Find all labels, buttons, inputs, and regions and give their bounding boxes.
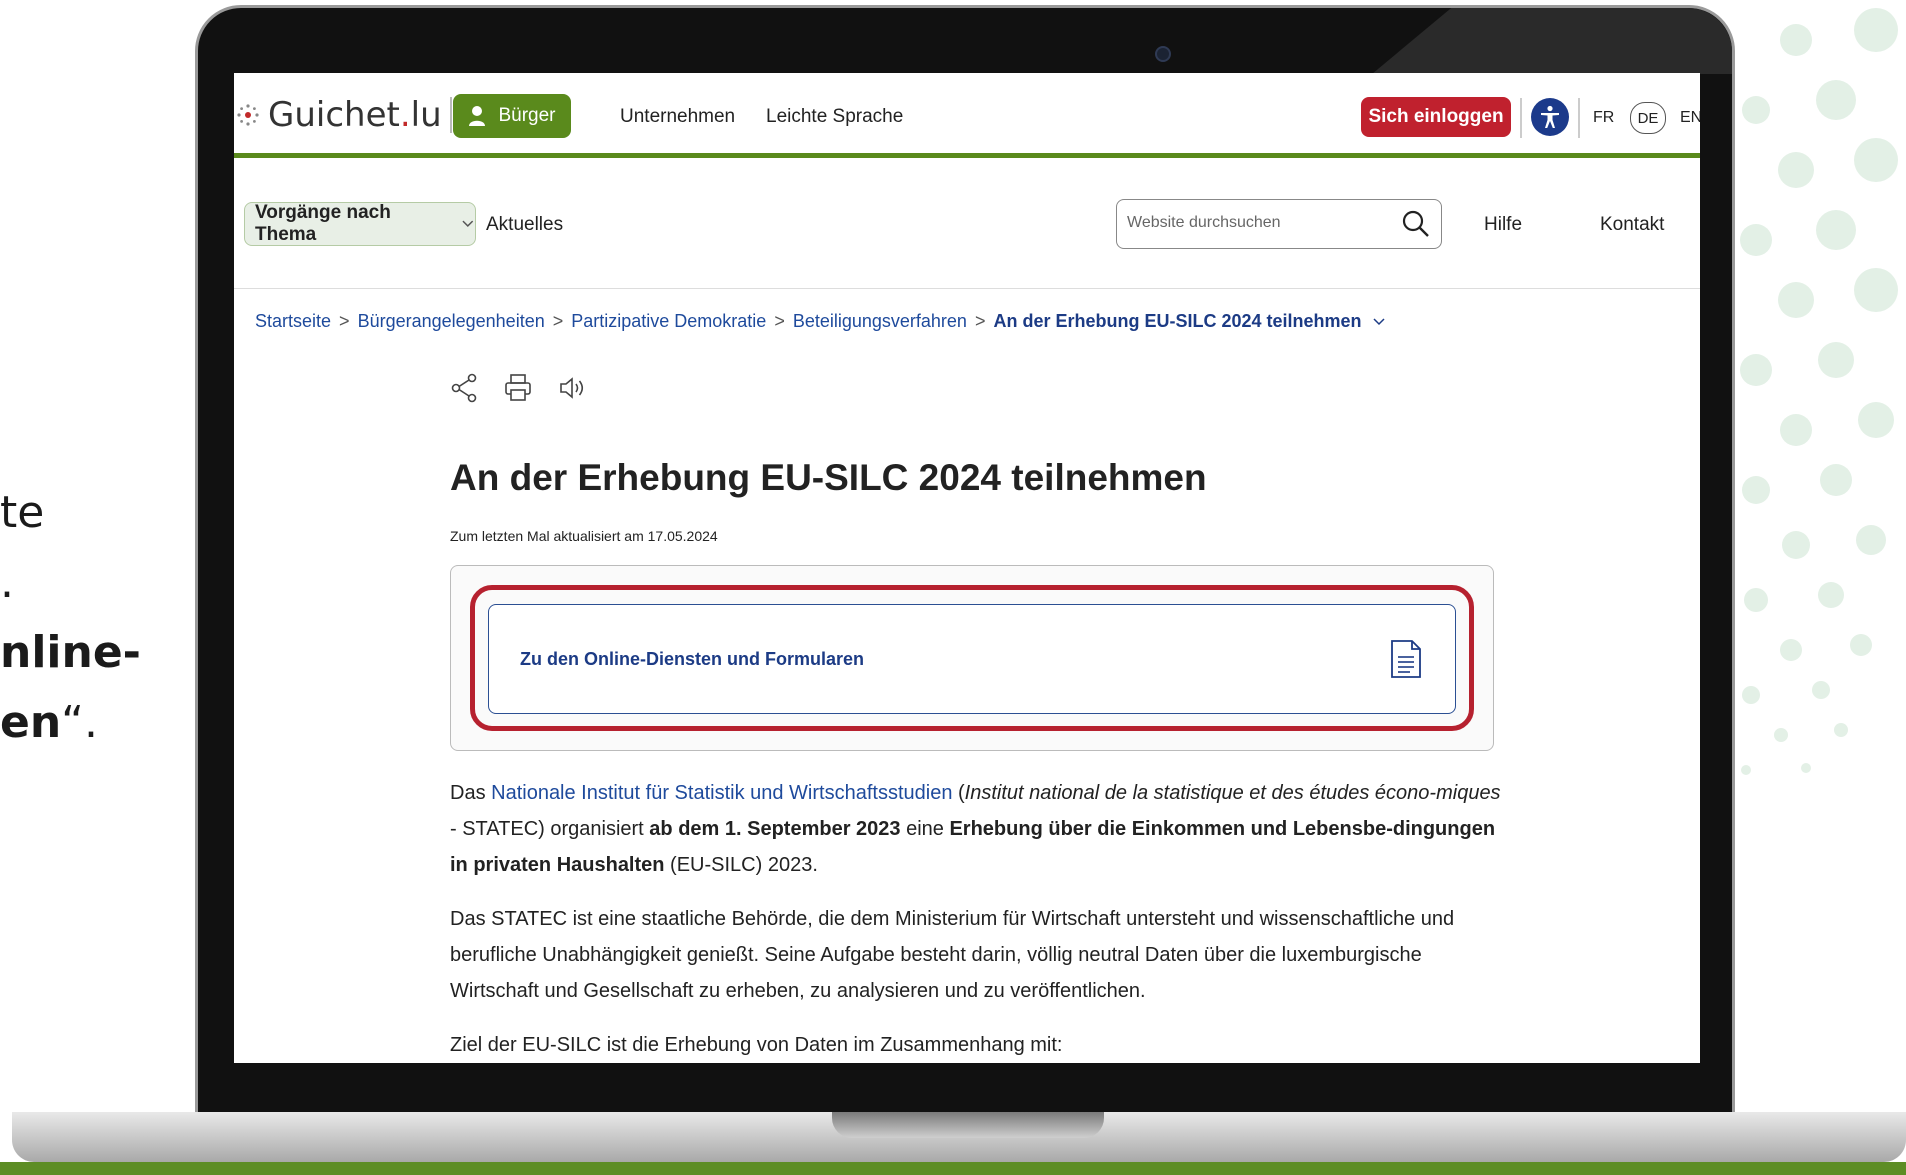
bottom-green-bar [0,1162,1906,1175]
lang-fr[interactable]: FR [1593,109,1614,127]
p1-italic: Institut national de la statistique et d… [964,782,1501,804]
buerger-button[interactable]: Bürger [453,94,571,138]
online-services-link[interactable]: Zu den Online-Diensten und Formularen [488,604,1456,714]
logo-text-suffix: lu [410,95,442,135]
p1-prefix: Das [450,782,492,804]
search-input[interactable] [1127,214,1387,232]
logo-text-main: Guichet [268,95,400,135]
print-icon [505,374,531,401]
p1-bold-date: ab dem 1. September 2023 [649,818,901,840]
nav-unternehmen[interactable]: Unternehmen [620,106,735,128]
nav-leichte-sprache[interactable]: Leichte Sprache [766,106,903,128]
side-text-line4-rest: “. [61,697,98,748]
share-button[interactable] [450,373,478,403]
breadcrumb-current: An der Erhebung EU-SILC 2024 teilnehmen [993,311,1362,331]
breadcrumb-separator: > [974,311,986,331]
side-text-line1: te [0,487,45,538]
divider [1520,98,1522,138]
last-updated-text: Zum letzten Mal aktualisiert am 17.05.20… [450,528,718,544]
side-text-line4-bold: en [0,697,62,748]
chevron-down-icon[interactable] [1372,317,1386,327]
browser-screen: Guichet.lu Bürger Unternehmen Leichte Sp… [234,73,1700,1063]
topics-dropdown-label: Vorgänge nach Thema [255,202,391,245]
laptop-notch [832,1112,1104,1138]
nav-hilfe[interactable]: Hilfe [1484,214,1522,236]
guichet-logo[interactable]: Guichet.lu [236,95,452,135]
speaker-icon [560,377,584,399]
document-icon [1391,640,1421,678]
p1-suffix: (EU-SILC) 2023. [664,854,818,876]
print-button[interactable] [504,373,532,403]
side-text-line2: . [0,557,14,608]
lang-en[interactable]: EN [1680,109,1700,127]
page-title: An der Erhebung EU-SILC 2024 teilnehmen [450,457,1207,498]
statec-link[interactable]: Nationale Institut für Statistik und Wir… [491,782,952,804]
side-text-line3: nline- [0,627,141,678]
page-tools [450,373,614,403]
nav-aktuelles[interactable]: Aktuelles [486,214,563,236]
search-box[interactable] [1116,199,1442,249]
side-text-line4: en“. [0,688,141,758]
breadcrumb-item-partizipative-demokratie[interactable]: Partizipative Demokratie [571,311,766,332]
breadcrumb-item-beteiligungsverfahren[interactable]: Beteiligungsverfahren [793,311,967,332]
share-icon [451,373,477,403]
logo-dot: . [399,95,411,135]
logo-text: Guichet.lu [268,95,442,135]
paragraph-1: Das Nationale Institut für Statistik und… [450,775,1510,883]
p1-mid2: eine [900,818,950,840]
accessibility-icon [1541,105,1559,128]
p1-mid: - STATEC) organisiert [450,818,650,840]
breadcrumb-separator: > [339,311,350,331]
login-button[interactable]: Sich einloggen [1361,97,1511,137]
breadcrumb: Startseite > Bürgerangelegenheiten > Par… [255,311,1386,332]
topics-dropdown[interactable]: Vorgänge nach Thema [244,202,476,246]
breadcrumb-item-buergerangelegenheiten[interactable]: Bürgerangelegenheiten [358,311,545,332]
breadcrumb-separator: > [552,311,564,331]
top-navigation-bar: Guichet.lu Bürger Unternehmen Leichte Sp… [234,73,1700,158]
search-icon[interactable] [1401,209,1431,239]
paragraph-2: Das STATEC ist eine staatliche Behörde, … [450,908,1455,1002]
user-icon [469,106,486,126]
breadcrumb-item-startseite[interactable]: Startseite [255,311,331,332]
screen-glare [1372,8,1732,74]
p1-paren: ( [952,782,965,804]
read-aloud-button[interactable] [558,373,588,403]
logo-separator [449,97,452,133]
divider [1578,98,1580,138]
chevron-down-icon [462,220,474,227]
article-body: Das Nationale Institut für Statistik und… [450,775,1510,1063]
lang-de[interactable]: DE [1630,102,1666,134]
webcam-icon [1155,46,1171,62]
accessibility-button[interactable] [1531,98,1569,136]
breadcrumb-separator: > [774,311,785,331]
paragraph-3: Ziel der EU-SILC ist die Erhebung von Da… [450,1034,1063,1056]
buerger-label: Bürger [498,105,556,126]
nav-kontakt[interactable]: Kontakt [1600,214,1664,236]
logo-sun-icon [237,104,259,126]
side-instruction-text: te . nline- en“. [0,478,141,758]
online-services-label: Zu den Online-Diensten und Formularen [520,649,865,669]
